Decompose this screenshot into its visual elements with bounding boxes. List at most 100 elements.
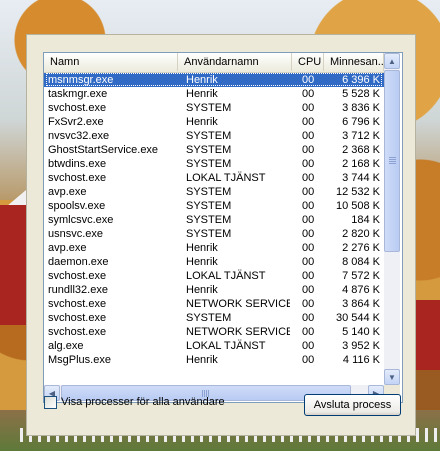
- user-name-cell: SYSTEM: [186, 158, 232, 170]
- user-name-cell: SYSTEM: [186, 130, 232, 142]
- user-name-cell: Henrik: [186, 88, 218, 100]
- process-list[interactable]: Namn Användarnamn CPU Minnesan... msnmsg…: [43, 52, 403, 403]
- memory-usage-cell: 30 544 K: [335, 312, 380, 324]
- user-name-cell: LOKAL TJÄNST: [186, 340, 266, 352]
- table-row[interactable]: alg.exe LOKAL TJÄNST 00 3 952 K: [44, 339, 384, 353]
- process-name-cell: FxSvr2.exe: [48, 116, 104, 128]
- table-row[interactable]: btwdins.exe SYSTEM 00 2 168 K: [44, 157, 384, 171]
- show-all-processes-label[interactable]: Visa processer för alla användare: [61, 396, 225, 408]
- process-name-cell: svchost.exe: [48, 270, 107, 282]
- scroll-down-button[interactable]: ▼: [384, 369, 400, 385]
- user-name-cell: Henrik: [186, 256, 218, 268]
- table-row[interactable]: svchost.exe NETWORK SERVICE 00 3 864 K: [44, 297, 384, 311]
- cpu-cell: 00: [302, 186, 315, 198]
- memory-usage-cell: 12 532 K: [335, 186, 380, 198]
- down-arrow-icon: ▼: [388, 372, 396, 382]
- show-all-processes-checkbox[interactable]: [44, 395, 57, 409]
- memory-usage-cell: 4 876 K: [342, 284, 380, 296]
- memory-usage-cell: 3 744 K: [342, 172, 380, 184]
- thumb-grip: [389, 161, 396, 162]
- process-name-cell: spoolsv.exe: [48, 200, 106, 212]
- column-header-user[interactable]: Användarnamn: [178, 53, 292, 71]
- process-name-cell: svchost.exe: [48, 102, 107, 114]
- memory-usage-cell: 2 168 K: [342, 158, 380, 170]
- table-row[interactable]: svchost.exe LOKAL TJÄNST 00 3 744 K: [44, 171, 384, 185]
- cpu-cell: 00: [302, 298, 315, 310]
- process-name-cell: daemon.exe: [48, 256, 109, 268]
- column-header-cpu[interactable]: CPU: [292, 53, 324, 71]
- cpu-cell: 00: [302, 340, 315, 352]
- process-name-cell: svchost.exe: [48, 312, 107, 324]
- table-row[interactable]: FxSvr2.exe Henrik 00 6 796 K: [44, 115, 384, 129]
- table-row[interactable]: avp.exe Henrik 00 2 276 K: [44, 241, 384, 255]
- focus-rectangle: [46, 73, 382, 86]
- user-name-cell: SYSTEM: [186, 214, 232, 226]
- list-header: Namn Användarnamn CPU Minnesan...: [44, 53, 400, 73]
- memory-usage-cell: 8 084 K: [342, 256, 380, 268]
- table-row[interactable]: svchost.exe NETWORK SERVICE 00 5 140 K: [44, 325, 384, 339]
- process-name-cell: alg.exe: [48, 340, 84, 352]
- table-row[interactable]: daemon.exe Henrik 00 8 084 K: [44, 255, 384, 269]
- cpu-cell: 00: [302, 326, 315, 338]
- cpu-cell: 00: [302, 172, 315, 184]
- process-name-cell: GhostStartService.exe: [48, 144, 159, 156]
- table-row[interactable]: svchost.exe SYSTEM 00 30 544 K: [44, 311, 384, 325]
- table-row[interactable]: usnsvc.exe SYSTEM 00 2 820 K: [44, 227, 384, 241]
- cpu-cell: 00: [302, 116, 315, 128]
- cpu-cell: 00: [302, 228, 315, 240]
- table-row[interactable]: svchost.exe SYSTEM 00 3 836 K: [44, 101, 384, 115]
- cpu-cell: 00: [302, 158, 315, 170]
- process-rows: msnmsgr.exe Henrik 00 6 396 Ktaskmgr.exe Hen…: [44, 73, 384, 367]
- memory-usage-cell: 3 712 K: [342, 130, 380, 142]
- thumb-grip: [389, 157, 396, 158]
- user-name-cell: LOKAL TJÄNST: [186, 270, 266, 282]
- table-row[interactable]: symlcsvc.exe SYSTEM 00 184 K: [44, 213, 384, 227]
- table-row[interactable]: taskmgr.exe Henrik 00 5 528 K: [44, 87, 384, 101]
- scroll-up-button[interactable]: ▲: [384, 53, 400, 69]
- user-name-cell: Henrik: [186, 116, 218, 128]
- vertical-scroll-thumb[interactable]: [384, 70, 400, 252]
- memory-usage-cell: 3 952 K: [342, 340, 380, 352]
- process-name-cell: avp.exe: [48, 242, 87, 254]
- red-house-left: [0, 205, 28, 325]
- process-name-cell: avp.exe: [48, 186, 87, 198]
- cpu-cell: 00: [302, 144, 315, 156]
- thumb-grip: [389, 163, 396, 164]
- memory-usage-cell: 2 276 K: [342, 242, 380, 254]
- cpu-cell: 00: [302, 312, 315, 324]
- memory-usage-cell: 7 572 K: [342, 270, 380, 282]
- table-row[interactable]: svchost.exe LOKAL TJÄNST 00 7 572 K: [44, 269, 384, 283]
- process-name-cell: taskmgr.exe: [48, 88, 108, 100]
- memory-usage-cell: 2 368 K: [342, 144, 380, 156]
- column-header-memory[interactable]: Minnesan...: [324, 53, 384, 71]
- column-header-name[interactable]: Namn: [44, 53, 178, 71]
- cpu-cell: 00: [302, 200, 315, 212]
- table-row[interactable]: nvsvc32.exe SYSTEM 00 3 712 K: [44, 129, 384, 143]
- user-name-cell: SYSTEM: [186, 312, 232, 324]
- memory-usage-cell: 3 864 K: [342, 298, 380, 310]
- memory-usage-cell: 10 508 K: [335, 200, 380, 212]
- process-name-cell: symlcsvc.exe: [48, 214, 114, 226]
- table-row[interactable]: rundll32.exe Henrik 00 4 876 K: [44, 283, 384, 297]
- process-name-cell: btwdins.exe: [48, 158, 107, 170]
- thumb-grip: [389, 159, 396, 160]
- process-name-cell: svchost.exe: [48, 326, 107, 338]
- memory-usage-cell: 5 140 K: [342, 326, 380, 338]
- table-row[interactable]: msnmsgr.exe Henrik 00 6 396 K: [44, 73, 384, 87]
- user-name-cell: Henrik: [186, 354, 218, 366]
- vertical-scrollbar[interactable]: ▲ ▼: [384, 53, 400, 385]
- memory-usage-cell: 2 820 K: [342, 228, 380, 240]
- memory-usage-cell: 5 528 K: [342, 88, 380, 100]
- process-name-cell: svchost.exe: [48, 298, 107, 310]
- table-row[interactable]: spoolsv.exe SYSTEM 00 10 508 K: [44, 199, 384, 213]
- cpu-cell: 00: [302, 284, 315, 296]
- table-row[interactable]: GhostStartService.exe SYSTEM 00 2 368 K: [44, 143, 384, 157]
- user-name-cell: NETWORK SERVICE: [186, 298, 290, 310]
- user-name-cell: SYSTEM: [186, 200, 232, 212]
- table-row[interactable]: MsgPlus.exe Henrik 00 4 116 K: [44, 353, 384, 367]
- table-row[interactable]: avp.exe SYSTEM 00 12 532 K: [44, 185, 384, 199]
- show-all-processes-option[interactable]: Visa processer för alla användare: [44, 394, 225, 410]
- process-name-cell: rundll32.exe: [48, 284, 108, 296]
- end-process-button[interactable]: Avsluta process: [304, 394, 401, 416]
- process-name-cell: svchost.exe: [48, 172, 107, 184]
